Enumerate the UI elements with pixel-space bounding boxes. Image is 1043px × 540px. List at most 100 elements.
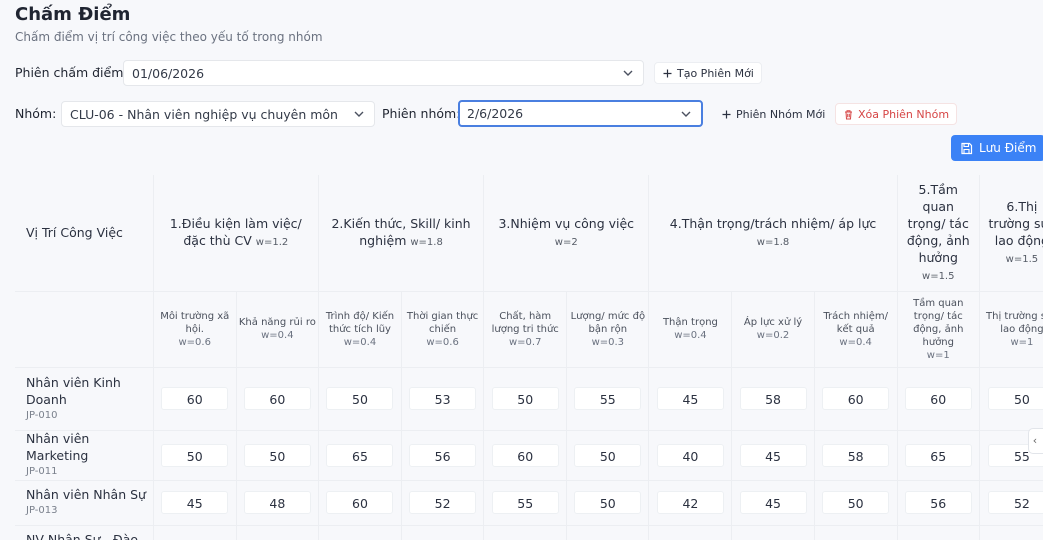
score-input[interactable]: 55 <box>491 491 559 514</box>
score-input[interactable]: 58 <box>739 387 807 410</box>
subcriterion-header: Trình độ/ Kiến thức tích lũy w=0.4 <box>318 291 403 368</box>
group-select[interactable]: CLU-06 - Nhân viên nghiệp vụ chuyên môn <box>61 101 375 127</box>
save-scores-button[interactable]: Lưu Điểm <box>951 135 1043 161</box>
score-cell: 65 <box>897 430 980 481</box>
chevron-down-icon <box>354 111 364 117</box>
score-input[interactable]: 48 <box>243 491 311 514</box>
table-row: Nhân viên Kinh Doanh JP-010 60 60 50 53 50 55 45… <box>15 367 1043 431</box>
score-input[interactable]: 45 <box>739 443 807 467</box>
score-cell: 58 <box>814 430 898 481</box>
score-cell: 65 <box>318 430 403 481</box>
score-input[interactable]: 50 <box>491 387 559 410</box>
score-input[interactable]: 45 <box>656 387 724 410</box>
score-cell: 50 <box>814 480 898 526</box>
position-cell: NV Nhân Sự - Đào <box>15 525 154 540</box>
score-input[interactable]: 53 <box>409 387 477 410</box>
score-input[interactable]: 50 <box>574 443 642 467</box>
category-header: 3.Nhiệm vụ công việc w=2 <box>483 175 650 292</box>
score-input[interactable]: 50 <box>243 443 311 467</box>
score-cell <box>401 525 485 540</box>
score-cell: 50 <box>483 367 568 431</box>
score-input[interactable]: 58 <box>822 443 890 467</box>
position-name: Nhân viên Marketing <box>26 431 90 464</box>
score-cell: 50 <box>566 430 650 481</box>
score-input[interactable]: 45 <box>739 491 807 514</box>
score-input[interactable]: 52 <box>988 491 1043 514</box>
score-input[interactable]: 42 <box>656 491 724 514</box>
score-input[interactable]: 40 <box>656 443 724 467</box>
subcriterion-header: Thận trọng w=0.4 <box>648 291 733 368</box>
position-code: JP-011 <box>26 466 58 478</box>
new-group-session-button[interactable]: Phiên Nhóm Mới <box>713 103 833 125</box>
save-scores-label: Lưu Điểm <box>979 141 1037 155</box>
score-input[interactable]: 60 <box>904 387 972 410</box>
score-input[interactable]: 52 <box>409 491 477 514</box>
score-input[interactable]: 45 <box>161 491 229 514</box>
new-session-button[interactable]: Tạo Phiên Mới <box>654 62 762 84</box>
score-cell: 60 <box>236 367 319 431</box>
subcriterion-header: Trách nhiệm/ kết quả w=0.4 <box>814 291 898 368</box>
score-input[interactable]: 50 <box>326 387 394 410</box>
score-input[interactable]: 56 <box>904 491 972 514</box>
score-cell <box>236 525 319 540</box>
new-group-session-label: Phiên Nhóm Mới <box>736 107 826 121</box>
score-cell: 50 <box>979 367 1043 431</box>
score-cell: 60 <box>897 367 980 431</box>
plus-icon <box>663 69 672 77</box>
score-input[interactable]: 60 <box>491 443 559 467</box>
position-cell: Nhân viên Kinh Doanh JP-010 <box>15 367 154 431</box>
chevron-down-icon <box>681 111 691 117</box>
session-select-value: 01/06/2026 <box>132 66 205 81</box>
page-title: Chấm Điểm <box>15 4 131 25</box>
score-cell: 60 <box>318 480 403 526</box>
score-input[interactable]: 50 <box>822 491 890 514</box>
position-code: JP-010 <box>26 409 58 421</box>
subcriterion-header: Môi trường xã hội. w=0.6 <box>153 291 237 368</box>
position-cell: Nhân viên Nhân Sự JP-013 <box>15 480 154 526</box>
delete-group-session-button[interactable]: Xóa Phiên Nhóm <box>835 103 958 125</box>
score-input[interactable]: 50 <box>574 491 642 514</box>
score-cell: 40 <box>648 430 733 481</box>
score-cell <box>483 525 568 540</box>
score-cell: 45 <box>731 430 815 481</box>
category-header: 2.Kiến thức, Skill/ kinh nghiệm w=1.8 <box>318 175 485 292</box>
score-cell <box>897 525 980 540</box>
score-cell: 42 <box>648 480 733 526</box>
score-cell: 45 <box>153 480 237 526</box>
subcriterion-header: Chất, hàm lượng tri thức w=0.7 <box>483 291 568 368</box>
category-header: 1.Điều kiện làm việc/ đặc thù CV w=1.2 <box>153 175 319 292</box>
category-header: 5.Tầm quan trọng/ tác động, ảnh hưởng w=1… <box>897 175 980 292</box>
score-input[interactable]: 55 <box>574 387 642 410</box>
score-input[interactable]: 50 <box>161 443 229 467</box>
group-session-select[interactable]: 2/6/2026 <box>458 100 703 127</box>
score-input[interactable]: 65 <box>904 443 972 467</box>
score-input[interactable]: 65 <box>326 443 394 467</box>
scroll-handle[interactable]: ‹ <box>1028 428 1043 454</box>
score-cell: 50 <box>236 430 319 481</box>
score-input[interactable]: 60 <box>326 491 394 514</box>
score-cell: 58 <box>731 367 815 431</box>
position-name: Nhân viên Nhân Sự <box>26 487 146 503</box>
score-cell <box>648 525 733 540</box>
page-subtitle: Chấm điểm vị trí công việc theo yếu tố t… <box>15 30 323 44</box>
score-cell: 52 <box>979 480 1043 526</box>
score-cell <box>731 525 815 540</box>
subcriterion-header: Thị trường sức lao độngw=1 <box>979 291 1043 368</box>
score-cell: 50 <box>153 430 237 481</box>
score-cell: 55 <box>566 367 650 431</box>
position-code: JP-013 <box>26 505 58 517</box>
table-row: Nhân viên Marketing JP-011 50 50 65 56 60 50 40 4… <box>15 430 1043 481</box>
subcriterion-header: Lượng/ mức độ bận rộn w=0.3 <box>566 291 650 368</box>
session-select[interactable]: 01/06/2026 <box>123 60 644 86</box>
score-cell <box>566 525 650 540</box>
chevron-down-icon <box>623 70 633 76</box>
session-label: Phiên chấm điểm: <box>15 65 128 80</box>
score-input[interactable]: 60 <box>822 387 890 410</box>
score-input[interactable]: 56 <box>409 443 477 467</box>
group-label: Nhóm: <box>15 106 57 121</box>
score-input[interactable]: 50 <box>988 387 1043 410</box>
score-cell: 60 <box>483 430 568 481</box>
score-input[interactable]: 60 <box>243 387 311 410</box>
position-name: Nhân viên Kinh Doanh <box>26 374 121 407</box>
score-input[interactable]: 60 <box>161 387 229 410</box>
